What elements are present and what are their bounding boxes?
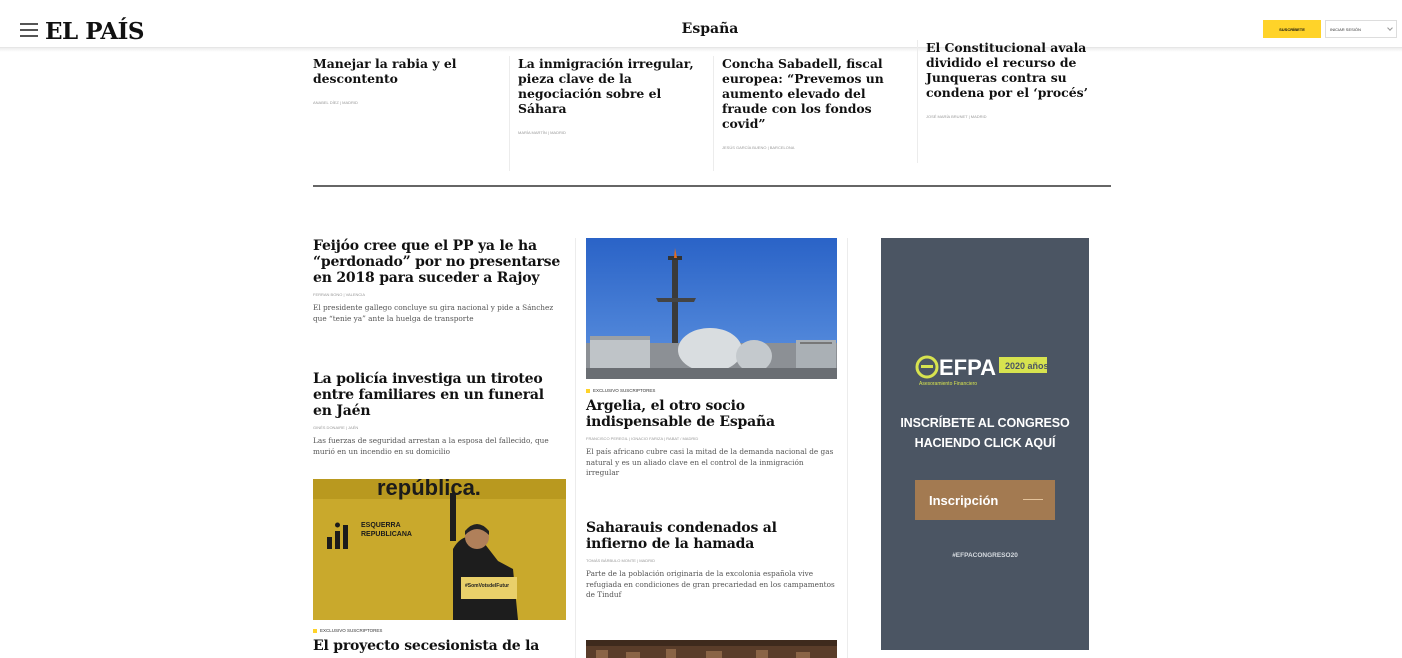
top-header: EL PAÍS España SUSCRÍBETE INICIAR SESIÓN (0, 0, 1402, 48)
svg-text:#SomVotsdelFutur: #SomVotsdelFutur (465, 583, 509, 589)
article-proyecto-secesionista[interactable]: EXCLUSIVO SUSCRIPTORES El proyecto seces… (313, 628, 566, 654)
headline[interactable]: La inmigración irregular, pieza clave de… (518, 56, 705, 116)
article-headline[interactable]: Feijóo cree que el PP ya le ha “perdonad… (313, 238, 566, 286)
headline[interactable]: El Constitucional avala dividido el recu… (926, 40, 1113, 100)
login-button[interactable]: INICIAR SESIÓN (1325, 20, 1397, 38)
kicker-label: EXCLUSIVO SUSCRIPTORES (320, 628, 383, 633)
byline: TOMÁS BÁRBULO MONTE | Madrid (586, 558, 655, 563)
ad-inscription-button[interactable]: Inscripción (915, 480, 1055, 520)
ad-heading-line1: INSCRÍBETE AL CONGRESO (900, 416, 1070, 430)
ad-heading: INSCRÍBETE AL CONGRESO HACIENDO CLICK AQ… (891, 413, 1079, 453)
gas-plant-photo (586, 238, 837, 379)
svg-text:2020 años: 2020 años (1005, 361, 1049, 371)
byline: JESÚS GARCÍA BUENO | Barcelona (722, 145, 795, 150)
article-saharauis[interactable]: Saharauis condenados al infierno de la h… (586, 520, 837, 601)
svg-text:REPUBLICANA: REPUBLICANA (361, 531, 412, 538)
article-image-congress[interactable] (586, 640, 837, 658)
article-headline[interactable]: Argelia, el otro socio indispensable de … (586, 398, 837, 430)
efpa-logo: EFPA 2020 años Asesoramiento Financiero (915, 355, 1049, 387)
article-headline[interactable]: La policía investiga un tiroteo entre fa… (313, 371, 566, 419)
article-image-erc[interactable]: república. ESQUERRA REPUBLICANA #SomVots… (313, 479, 566, 620)
kicker-label: EXCLUSIVO SUSCRIPTORES (593, 388, 656, 393)
article-summary: Las fuerzas de seguridad arrestan a la e… (313, 436, 549, 456)
ad-hashtag: #EFPACONGRESO20 (952, 552, 1018, 559)
exclusive-dot-icon (586, 388, 590, 393)
svg-text:república.: república. (377, 479, 481, 500)
article-argelia[interactable]: EXCLUSIVO SUSCRIPTORES Argelia, el otro … (586, 388, 837, 479)
top-headline-card[interactable]: Concha Sabadell, fiscal europea: “Prevem… (713, 56, 917, 171)
efpa-advertisement[interactable]: EFPA 2020 años Asesoramiento Financiero … (881, 238, 1089, 650)
column-divider (575, 238, 576, 658)
byline: FRANCISCO PEREGIL | IGNACIO FARIZA | Rab… (586, 436, 699, 441)
top-headlines-strip: Manejar la rabia y el descontento ANABEL… (313, 40, 1111, 178)
article-summary: Parte de la población originaria de la e… (586, 569, 835, 599)
subscribe-button[interactable]: SUSCRÍBETE (1263, 20, 1321, 38)
article-feijoo[interactable]: Feijóo cree que el PP ya le ha “perdonad… (313, 238, 566, 324)
subscriber-kicker: EXCLUSIVO SUSCRIPTORES (313, 628, 566, 633)
login-label: INICIAR SESIÓN (1330, 26, 1361, 32)
byline: GINÉS DONAIRE | Jaén (313, 425, 359, 430)
exclusive-dot-icon (313, 628, 317, 633)
headline[interactable]: Concha Sabadell, fiscal europea: “Prevem… (722, 56, 909, 131)
svg-text:ESQUERRA: ESQUERRA (361, 522, 401, 529)
byline: FERRAN BONO | Valencia (313, 292, 366, 297)
ad-button-label: Inscripción (929, 492, 999, 508)
top-headline-card[interactable]: El Constitucional avala dividido el recu… (917, 40, 1121, 163)
svg-text:EFPA: EFPA (939, 355, 996, 380)
section-divider (313, 185, 1111, 187)
byline: JOSÉ MARÍA BRUNET | Madrid (926, 114, 987, 119)
congress-photo (586, 640, 837, 658)
article-image-gas-plant[interactable] (586, 238, 837, 379)
top-headline-card[interactable]: Manejar la rabia y el descontento ANABEL… (313, 56, 517, 171)
hamburger-menu-icon[interactable] (20, 23, 38, 37)
byline: MARÍA MARTÍN | Madrid (518, 130, 566, 135)
article-headline[interactable]: El proyecto secesionista de la (313, 638, 566, 654)
article-summary: El país africano cubre casi la mitad de … (586, 447, 834, 477)
column-divider (847, 238, 848, 658)
chevron-down-icon (1387, 25, 1393, 31)
erc-photo: república. ESQUERRA REPUBLICANA #SomVots… (313, 479, 566, 620)
site-logo[interactable]: EL PAÍS (45, 18, 145, 45)
section-title[interactable]: España (650, 21, 770, 37)
subscriber-kicker: EXCLUSIVO SUSCRIPTORES (586, 388, 837, 393)
arrow-right-icon (1023, 499, 1043, 500)
article-tiroteo-jaen[interactable]: La policía investiga un tiroteo entre fa… (313, 371, 566, 457)
article-headline[interactable]: Saharauis condenados al infierno de la h… (586, 520, 837, 552)
article-summary: El presidente gallego concluye su gira n… (313, 303, 554, 323)
headline[interactable]: Manejar la rabia y el descontento (313, 56, 509, 86)
byline: ANABEL DÍEZ | Madrid (313, 100, 358, 105)
ad-heading-line2: HACIENDO CLICK AQUÍ (914, 436, 1056, 450)
svg-text:Asesoramiento Financiero: Asesoramiento Financiero (919, 381, 977, 387)
top-headline-card[interactable]: La inmigración irregular, pieza clave de… (509, 56, 713, 171)
